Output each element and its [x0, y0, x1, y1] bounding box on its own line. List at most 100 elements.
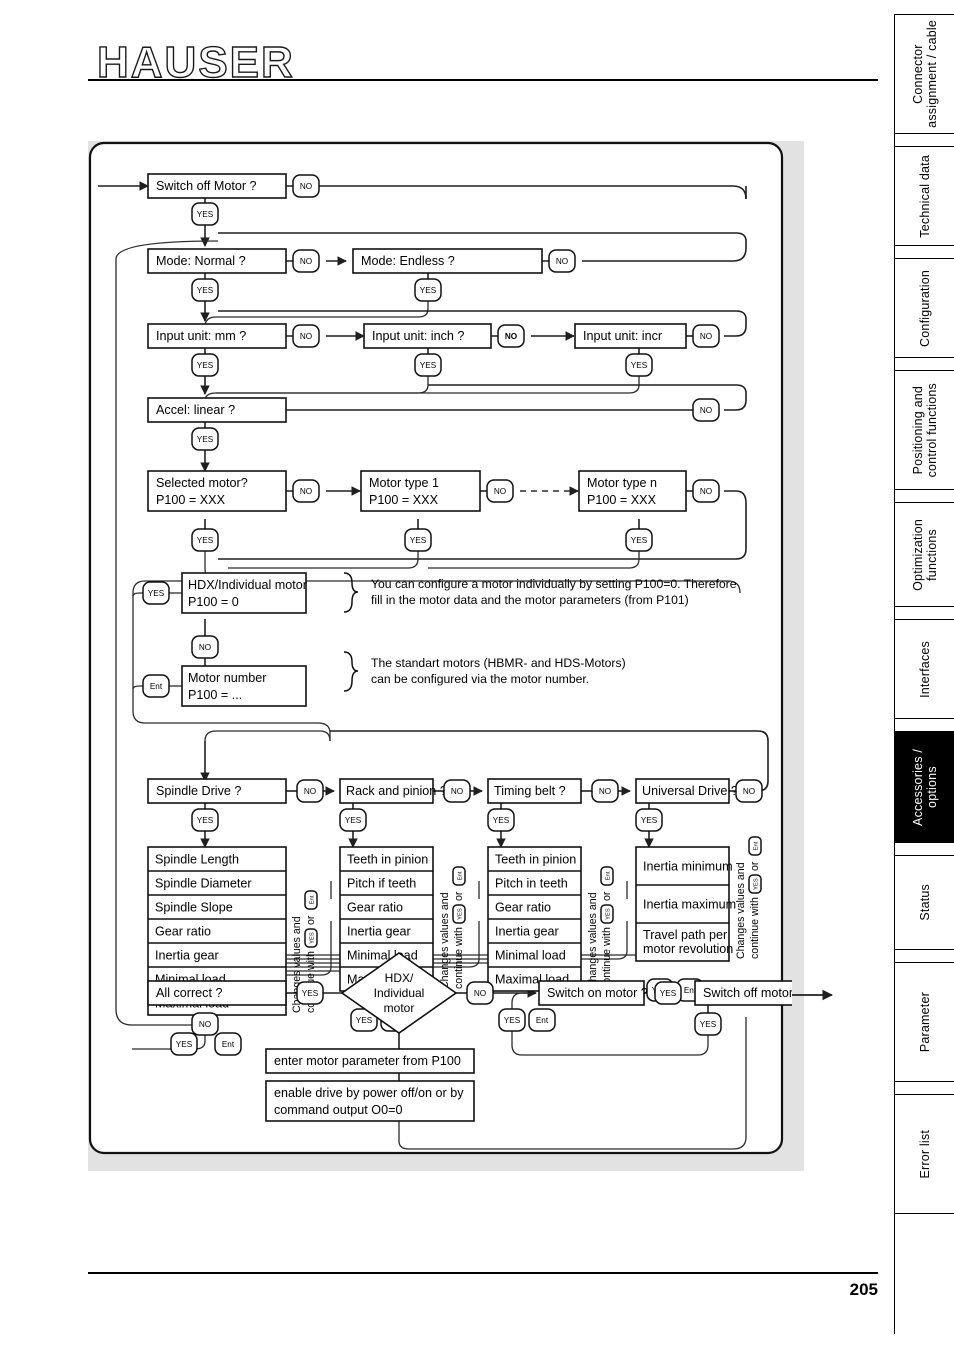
badge-yes-param-1: YES	[170, 1032, 198, 1056]
sidebar-tab-interfaces[interactable]: Interfaces	[895, 619, 954, 719]
svg-text:NO: NO	[700, 487, 712, 496]
node-enable-drive[interactable]: enable drive by power off/on or by comma…	[265, 1080, 475, 1122]
parameter-item-label: Spindle Diameter	[155, 877, 252, 891]
badge-ent-param-1: Ent	[214, 1032, 242, 1056]
page-number: 205	[849, 1280, 878, 1299]
mini-badge-yes: YES	[452, 904, 466, 924]
node-accel-linear[interactable]: Accel: linear ?	[147, 397, 287, 423]
svg-text:YES: YES	[420, 286, 437, 295]
badge-yes-5: YES	[414, 353, 442, 377]
sidebar-tab-label: Accessories / options	[911, 748, 939, 826]
node-hdx-individual-motor[interactable]: HDX/Individual motor P100 = 0	[181, 572, 307, 614]
mini-badge-yes: YES	[748, 874, 762, 894]
node-sublabel: P100 = XXX	[369, 493, 439, 507]
node-label: Selected motor?	[156, 476, 248, 490]
svg-text:NO: NO	[505, 332, 518, 341]
sidebar-tab-connector-assignment-cable[interactable]: Connector assignment / cable	[895, 14, 954, 134]
svg-text:YES: YES	[197, 816, 214, 825]
node-motor-type-1[interactable]: Motor type 1 P100 = XXX	[360, 470, 481, 512]
badge-yes-4: YES	[191, 353, 219, 377]
sidebar-tab-positioning-and-control-functions[interactable]: Positioning and control functions	[895, 370, 954, 490]
svg-text:The standart motors (HBMR- and: The standart motors (HBMR- and HDS-Motor…	[371, 656, 626, 670]
node-switch-off-motor[interactable]: Switch off Motor ?	[147, 173, 287, 199]
svg-text:Changes values and: Changes values and	[587, 892, 599, 989]
node-sublabel: Individual	[374, 986, 425, 1000]
sidebar-tab-configuration[interactable]: Configuration	[895, 258, 954, 358]
node-input-unit-incr[interactable]: Input unit: incr	[574, 323, 687, 349]
svg-text:NO: NO	[300, 182, 312, 191]
svg-text:NO: NO	[199, 1020, 211, 1029]
svg-text:YES: YES	[700, 1020, 717, 1029]
badge-yes-9: YES	[404, 528, 432, 552]
svg-text:YES: YES	[754, 878, 760, 890]
svg-text:YES: YES	[310, 932, 316, 944]
svg-text:fill in the motor data and the: fill in the motor data and the motor par…	[371, 593, 689, 607]
svg-text:NO: NO	[474, 989, 486, 998]
svg-text:YES: YES	[641, 816, 658, 825]
node-label: Switch off motor ?	[703, 986, 792, 1000]
badge-no-9: NO	[486, 479, 514, 503]
parameter-item-label: Inertia gear	[347, 925, 411, 939]
svg-text:YES: YES	[356, 1016, 373, 1025]
node-spindle-drive[interactable]: Spindle Drive ?	[147, 778, 287, 804]
node-switch-on-motor[interactable]: Switch on motor ?	[538, 980, 648, 1006]
sidebar-tab-label: Parameter	[918, 991, 932, 1053]
node-label: Switch on motor ?	[547, 986, 648, 1000]
parameter-item-label: Gear ratio	[155, 925, 211, 939]
badge-yes-18: YES	[694, 1012, 722, 1036]
svg-text:NO: NO	[304, 787, 316, 796]
node-motor-number[interactable]: Motor number P100 = ...	[181, 665, 307, 707]
sidebar-tab-error-list[interactable]: Error list	[895, 1094, 954, 1214]
parameter-item-label: Inertia minimum	[643, 860, 733, 874]
sidebar-tab-accessories-options[interactable]: Accessories / options	[895, 731, 954, 843]
sidebar-tab-status[interactable]: Status	[895, 855, 954, 950]
svg-text:or: or	[453, 891, 465, 901]
node-rack-and-pinion[interactable]: Rack and pinion ?	[339, 778, 447, 804]
node-all-correct[interactable]: All correct ?	[147, 980, 287, 1006]
node-sublabel: P100 = ...	[188, 688, 242, 702]
mini-badge-ent: Ent	[452, 866, 466, 886]
badge-yes-12: YES	[191, 808, 219, 832]
badge-yes-7: YES	[191, 427, 219, 451]
parameter-item-label: Inertia gear	[495, 925, 559, 939]
badge-no-5: NO	[497, 324, 525, 348]
node-input-unit-inch[interactable]: Input unit: inch ?	[363, 323, 492, 349]
sidebar-tab-optimization-functions[interactable]: Optimization functions	[895, 502, 954, 607]
node-switch-off-motor-2[interactable]: Switch off motor ?	[694, 980, 792, 1006]
svg-text:NO: NO	[556, 257, 568, 266]
node-label: Motor number	[188, 671, 266, 685]
node-enter-motor-parameter[interactable]: enter motor parameter from P100	[265, 1048, 475, 1074]
node-timing-belt[interactable]: Timing belt ?	[487, 778, 582, 804]
node-sublabel: command output O0=0	[274, 1103, 402, 1117]
node-sublabel: P100 = 0	[188, 595, 239, 609]
parameter-item-label: Gear ratio	[495, 901, 551, 915]
parameter-item-label: Teeth in pinion	[495, 853, 576, 867]
node-input-unit-mm[interactable]: Input unit: mm ?	[147, 323, 287, 349]
sidebar-tab-label: Technical data	[918, 154, 932, 238]
badge-yes-8: YES	[191, 528, 219, 552]
node-mode-normal[interactable]: Mode: Normal ?	[147, 248, 287, 274]
flowchart-exit-arrow	[792, 989, 834, 1001]
sidebar-tab-technical-data[interactable]: Technical data	[895, 146, 954, 246]
badge-no-14: NO	[591, 779, 619, 803]
parameter-item-label: Pitch if teeth	[347, 877, 416, 891]
node-motor-type-n[interactable]: Motor type n P100 = XXX	[578, 470, 687, 512]
badge-yes-15: YES	[635, 808, 663, 832]
badge-yes-param-3: YES	[498, 1008, 526, 1032]
sidebar-tab-parameter[interactable]: Parameter	[895, 962, 954, 1082]
sidebar-tab-label: Error list	[918, 1129, 932, 1179]
svg-text:Changes values and: Changes values and	[735, 862, 747, 959]
svg-text:YES: YES	[302, 989, 319, 998]
svg-text:Ent: Ent	[458, 871, 464, 880]
node-selected-motor[interactable]: Selected motor? P100 = XXX	[147, 470, 287, 512]
node-label: Input unit: incr	[583, 329, 662, 343]
node-mode-endless[interactable]: Mode: Endless ?	[352, 248, 543, 274]
svg-text:YES: YES	[345, 816, 362, 825]
badge-no-1: NO	[292, 174, 320, 198]
sidebar-tab-label: Status	[918, 884, 932, 921]
badge-yes-17: YES	[654, 981, 682, 1005]
badge-no-13: NO	[443, 779, 471, 803]
svg-text:YES: YES	[631, 361, 648, 370]
mini-badge-ent: Ent	[600, 866, 614, 886]
node-universal-drive[interactable]: Universal Drive ?	[635, 778, 738, 804]
